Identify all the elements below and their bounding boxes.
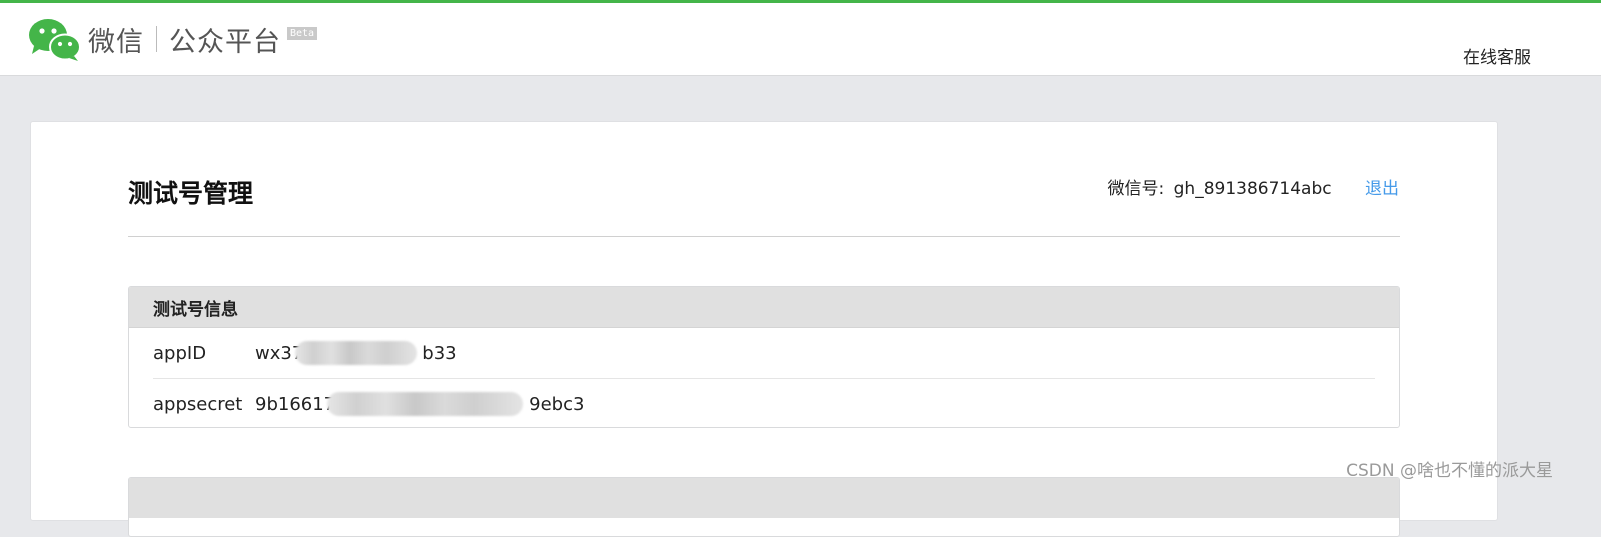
product-name: 公众平台 (169, 26, 281, 58)
page-title: 测试号管理 (128, 179, 254, 208)
appsecret-label: appsecret (153, 393, 243, 415)
appsecret-value-suffix: 9ebc3 (529, 393, 585, 415)
main-card: 测试号管理 微信号: gh_891386714abc 退出 测试号信息 appI… (30, 121, 1498, 537)
appsecret-value[interactable]: 9b16617 9ebc3 (255, 391, 585, 416)
appid-blur-mask (295, 340, 417, 365)
test-account-info-panel: 测试号信息 appID wx37 b33 appsecret 9b16617 9eb… (128, 286, 1400, 428)
appsecret-blur-mask (327, 391, 523, 416)
top-bar: 微信 公众平台 Beta 在线客服 (0, 0, 1601, 76)
title-divider (128, 236, 1400, 237)
appsecret-row: appsecret 9b16617 9ebc3 (153, 378, 1375, 427)
appid-value[interactable]: wx37 b33 (255, 340, 457, 365)
appid-value-suffix: b33 (422, 342, 457, 364)
online-support-link[interactable]: 在线客服 (1463, 43, 1531, 68)
logout-link[interactable]: 退出 (1365, 179, 1399, 199)
appsecret-value-prefix: 9b16617 (255, 393, 336, 415)
brand-divider (156, 26, 157, 52)
brand-name: 微信 (88, 26, 144, 58)
brand-logo[interactable]: 微信 公众平台 Beta (28, 17, 318, 61)
next-panel-header (129, 478, 1399, 518)
next-panel (128, 477, 1400, 537)
wechat-logo-icon (28, 17, 82, 61)
appid-label: appID (153, 342, 207, 364)
wechat-id-value: gh_891386714abc (1173, 179, 1332, 199)
wechat-id-label: 微信号: (1107, 179, 1165, 199)
panel-title: 测试号信息 (129, 287, 1399, 328)
csdn-watermark: CSDN @啥也不懂的派大星 (1346, 461, 1553, 481)
appid-row: appID wx37 b33 (153, 328, 1375, 378)
account-info: 微信号: gh_891386714abc 退出 (1107, 174, 1399, 199)
beta-badge: Beta (287, 27, 318, 40)
